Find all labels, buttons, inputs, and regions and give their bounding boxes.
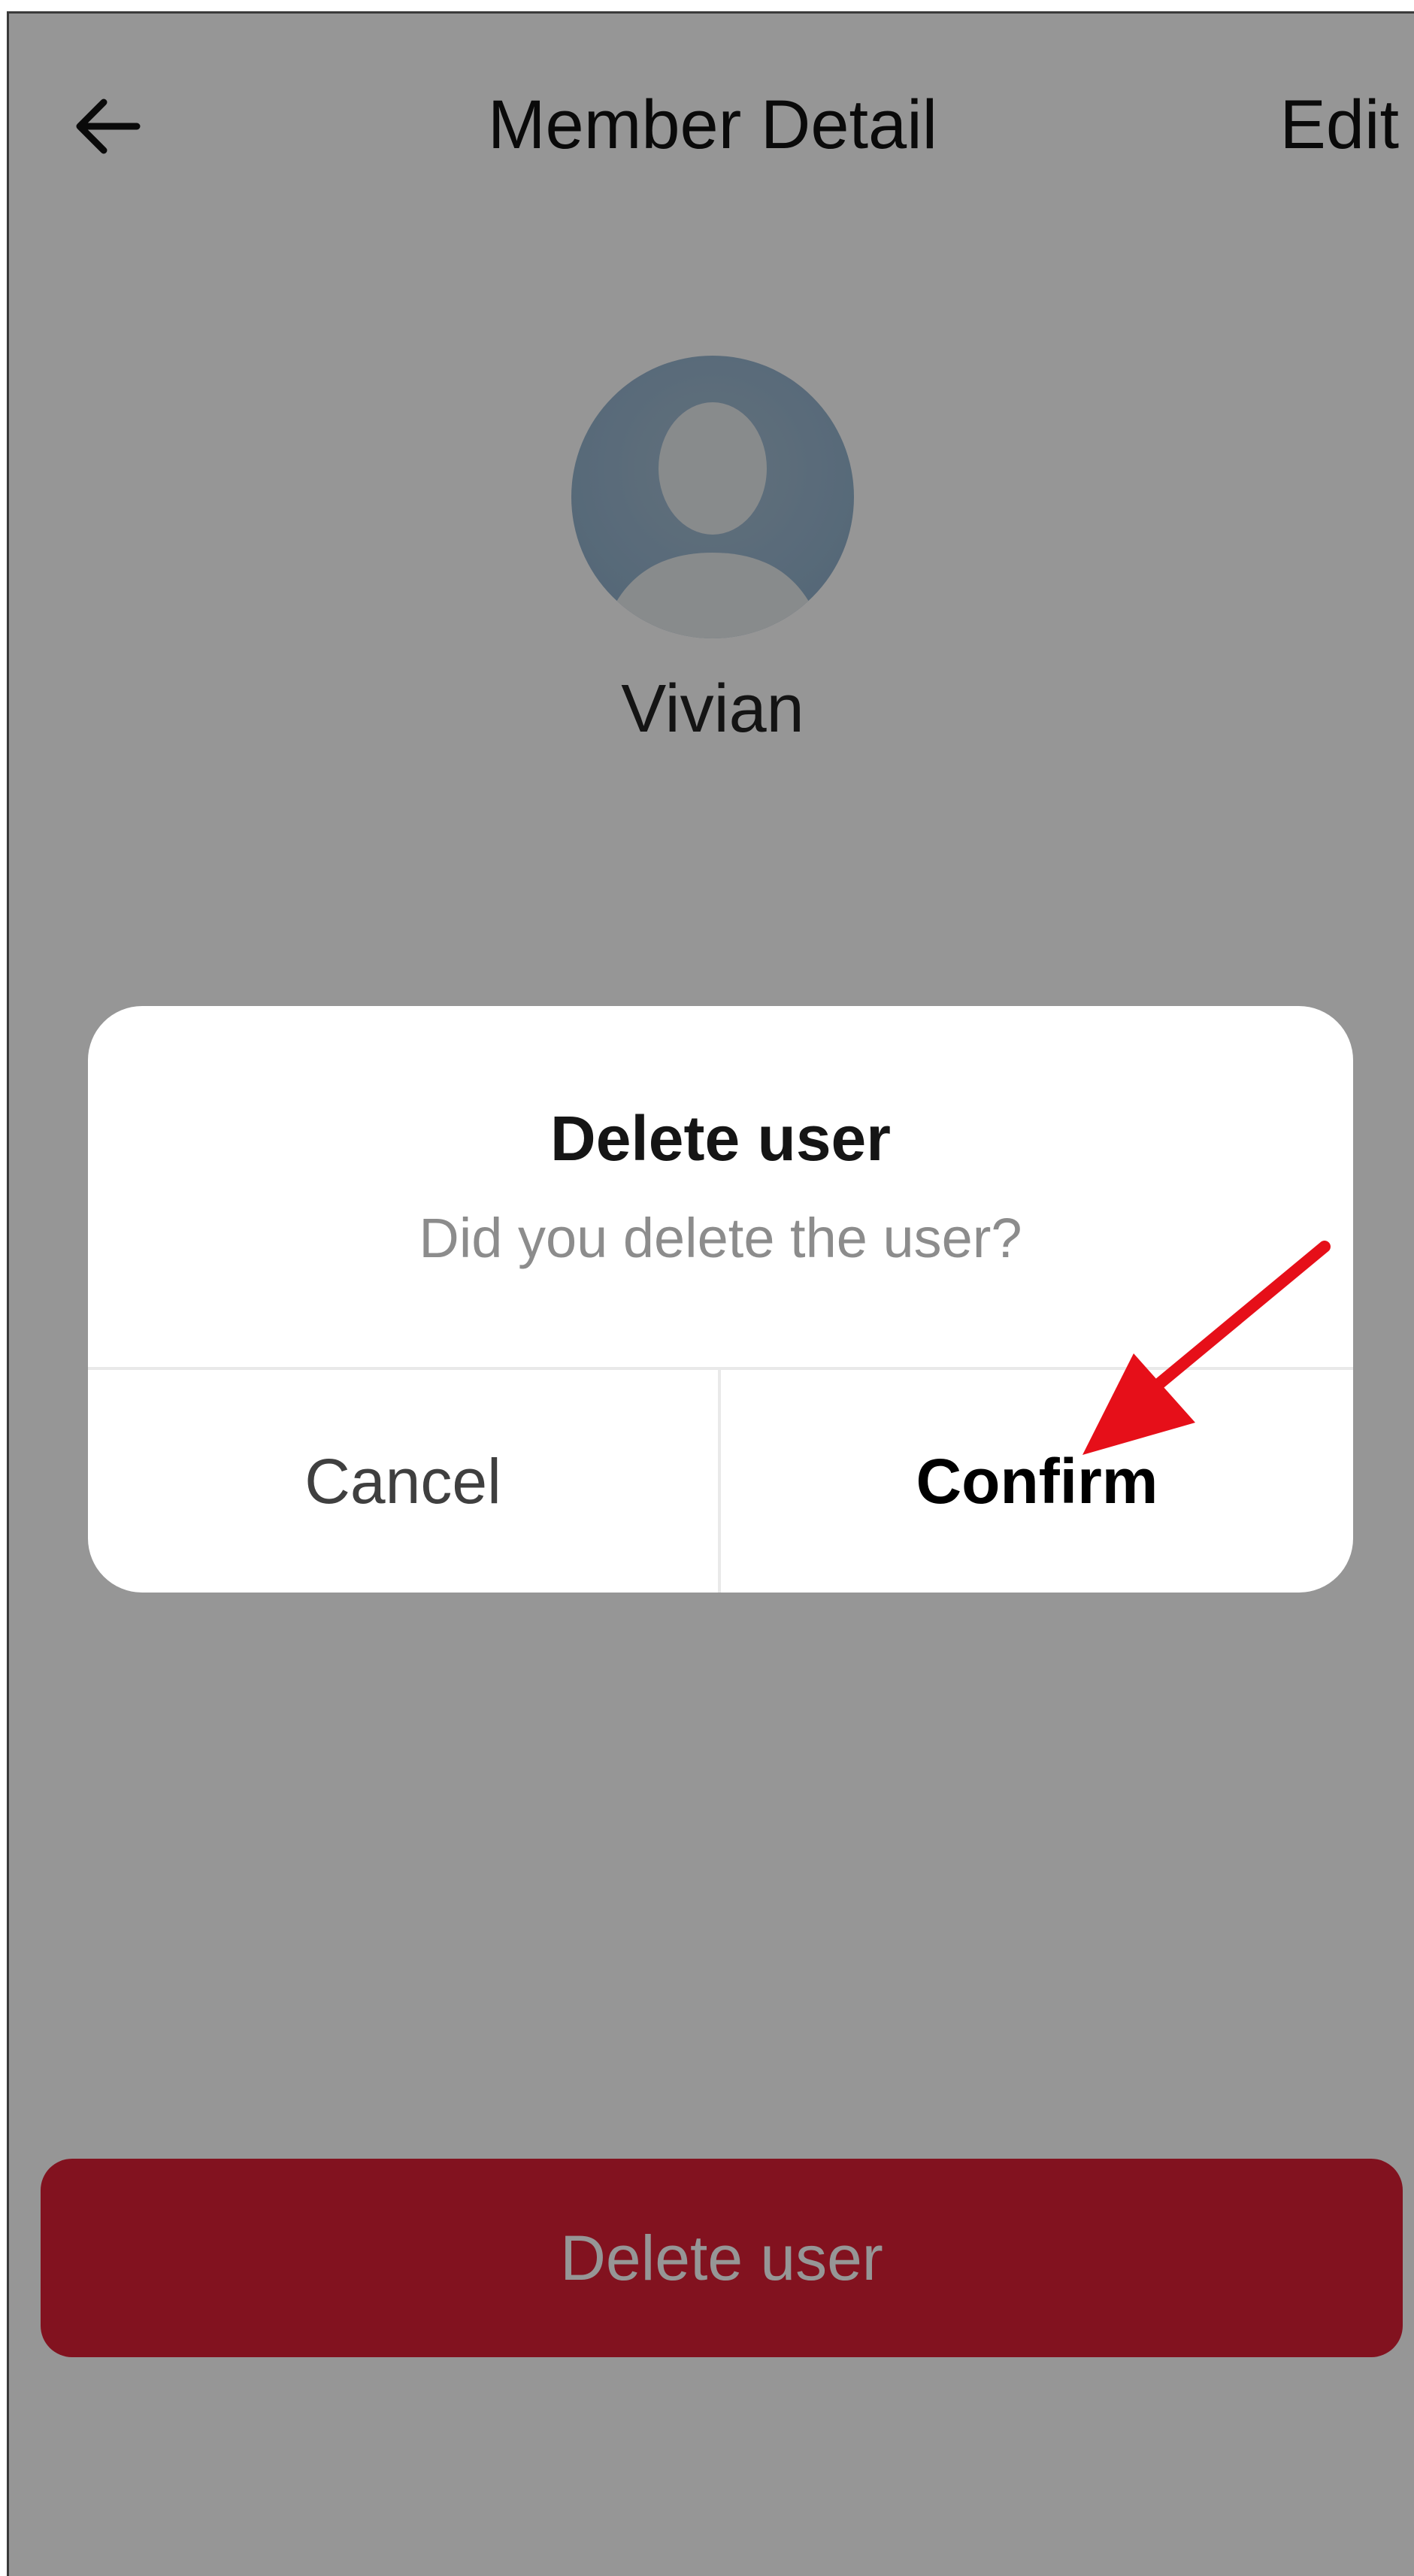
dialog-message: Did you delete the user?: [419, 1207, 1022, 1269]
dialog-title: Delete user: [550, 1103, 891, 1174]
phone-screen: Member Detail Edit Vivian Delete user De…: [7, 11, 1414, 2576]
member-detail-screen: Member Detail Edit Vivian Delete user De…: [9, 14, 1414, 2576]
confirm-button[interactable]: Confirm: [721, 1370, 1353, 1593]
delete-user-dialog: Delete user Did you delete the user? Can…: [88, 1006, 1353, 1593]
cancel-button[interactable]: Cancel: [88, 1370, 718, 1593]
